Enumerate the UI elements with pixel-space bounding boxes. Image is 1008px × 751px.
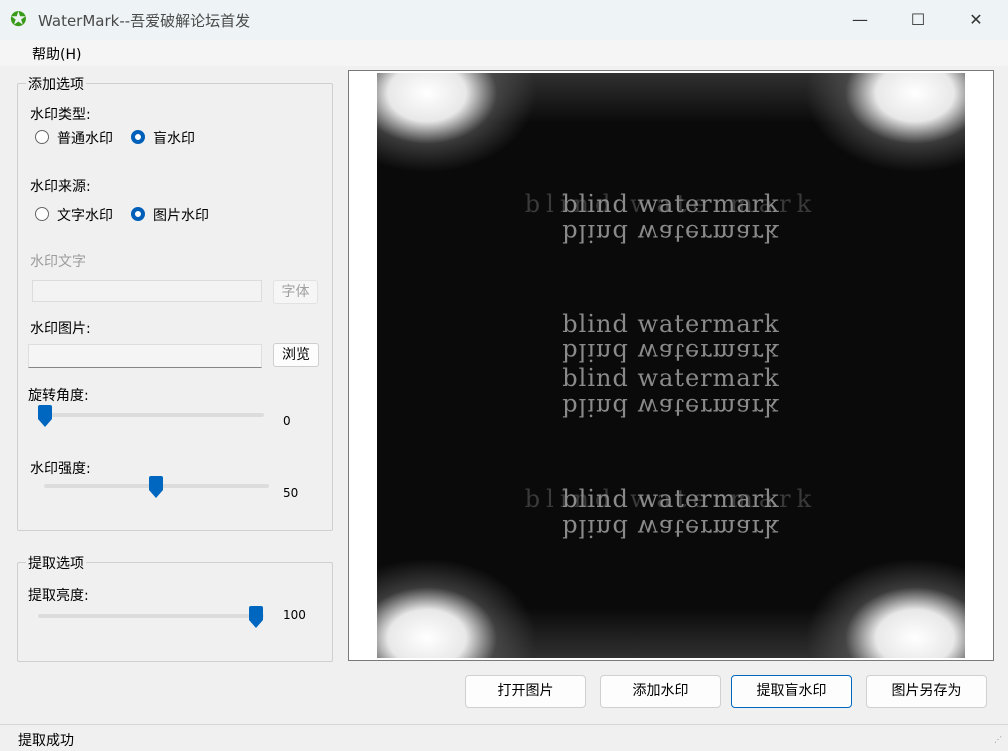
rotation-label: 旋转角度: bbox=[28, 388, 89, 404]
radio-text-watermark-label[interactable]: 文字水印 bbox=[57, 205, 113, 225]
status-bar: 提取成功 ⋰ bbox=[0, 724, 1008, 751]
rotation-slider-track[interactable] bbox=[38, 413, 264, 417]
minimize-button[interactable]: — bbox=[831, 0, 889, 40]
resize-grip-icon[interactable]: ⋰ bbox=[994, 736, 1004, 747]
green-star-icon: ✪ bbox=[10, 7, 27, 31]
strength-slider-thumb[interactable] bbox=[149, 476, 163, 498]
watermark-text-label: 水印文字 bbox=[30, 254, 86, 270]
extract-blind-watermark-button[interactable]: 提取盲水印 bbox=[731, 675, 852, 708]
watermark-text: blind watermark bbox=[562, 364, 780, 392]
brightness-slider-thumb[interactable] bbox=[249, 606, 263, 628]
radio-text-watermark[interactable] bbox=[35, 207, 49, 221]
browse-button[interactable]: 浏览 bbox=[273, 343, 319, 367]
rotation-value: 0 bbox=[283, 414, 291, 428]
save-image-as-button[interactable]: 图片另存为 bbox=[866, 675, 987, 708]
watermark-source-label: 水印来源: bbox=[30, 179, 91, 195]
watermark-text: blind watermark bbox=[562, 190, 780, 218]
watermark-text-mirrored: blind watermark bbox=[562, 393, 780, 421]
open-image-button[interactable]: 打开图片 bbox=[465, 675, 586, 708]
watermark-image-label: 水印图片: bbox=[30, 321, 91, 337]
radio-image-watermark[interactable] bbox=[131, 207, 145, 221]
brightness-label: 提取亮度: bbox=[28, 588, 89, 604]
menu-help[interactable]: 帮助(H) bbox=[32, 44, 81, 64]
font-button[interactable]: 字体 bbox=[273, 280, 318, 304]
close-button[interactable]: ✕ bbox=[947, 0, 1005, 40]
image-preview-panel: blind watermark blind watermark blind wa… bbox=[348, 70, 994, 661]
watermark-text-mirrored: blind watermark bbox=[562, 514, 780, 542]
rotation-slider-thumb[interactable] bbox=[38, 405, 52, 427]
menu-bar: 帮助(H) bbox=[0, 40, 1008, 66]
status-text: 提取成功 bbox=[18, 733, 74, 749]
watermark-type-label: 水印类型: bbox=[30, 107, 91, 123]
watermark-image-path-input[interactable] bbox=[28, 344, 262, 368]
brightness-value: 100 bbox=[283, 608, 306, 622]
watermark-text-input[interactable] bbox=[32, 280, 262, 302]
extract-options-title: 提取选项 bbox=[26, 553, 86, 573]
strength-value: 50 bbox=[283, 486, 299, 500]
brightness-slider-track[interactable] bbox=[38, 614, 264, 618]
maximize-button[interactable]: ☐ bbox=[889, 0, 947, 40]
add-watermark-button[interactable]: 添加水印 bbox=[600, 675, 721, 708]
radio-normal-watermark-label[interactable]: 普通水印 bbox=[57, 128, 113, 148]
strength-label: 水印强度: bbox=[30, 461, 91, 477]
radio-image-watermark-label[interactable]: 图片水印 bbox=[153, 205, 209, 225]
radio-blind-watermark-label[interactable]: 盲水印 bbox=[153, 128, 195, 148]
title-bar: ✪ WaterMark--吾爱破解论坛首发 — ☐ ✕ bbox=[0, 0, 1008, 40]
radio-blind-watermark[interactable] bbox=[131, 130, 145, 144]
watermark-text: blind watermark bbox=[562, 485, 780, 513]
extracted-image: blind watermark blind watermark blind wa… bbox=[377, 73, 965, 658]
watermark-text: blind watermark bbox=[562, 310, 780, 338]
watermark-text-mirrored: blind watermark bbox=[562, 338, 780, 366]
radio-normal-watermark[interactable] bbox=[35, 130, 49, 144]
add-options-title: 添加选项 bbox=[26, 74, 86, 94]
window-title: WaterMark--吾爱破解论坛首发 bbox=[38, 12, 251, 30]
watermark-text-mirrored: blind watermark bbox=[562, 219, 780, 247]
